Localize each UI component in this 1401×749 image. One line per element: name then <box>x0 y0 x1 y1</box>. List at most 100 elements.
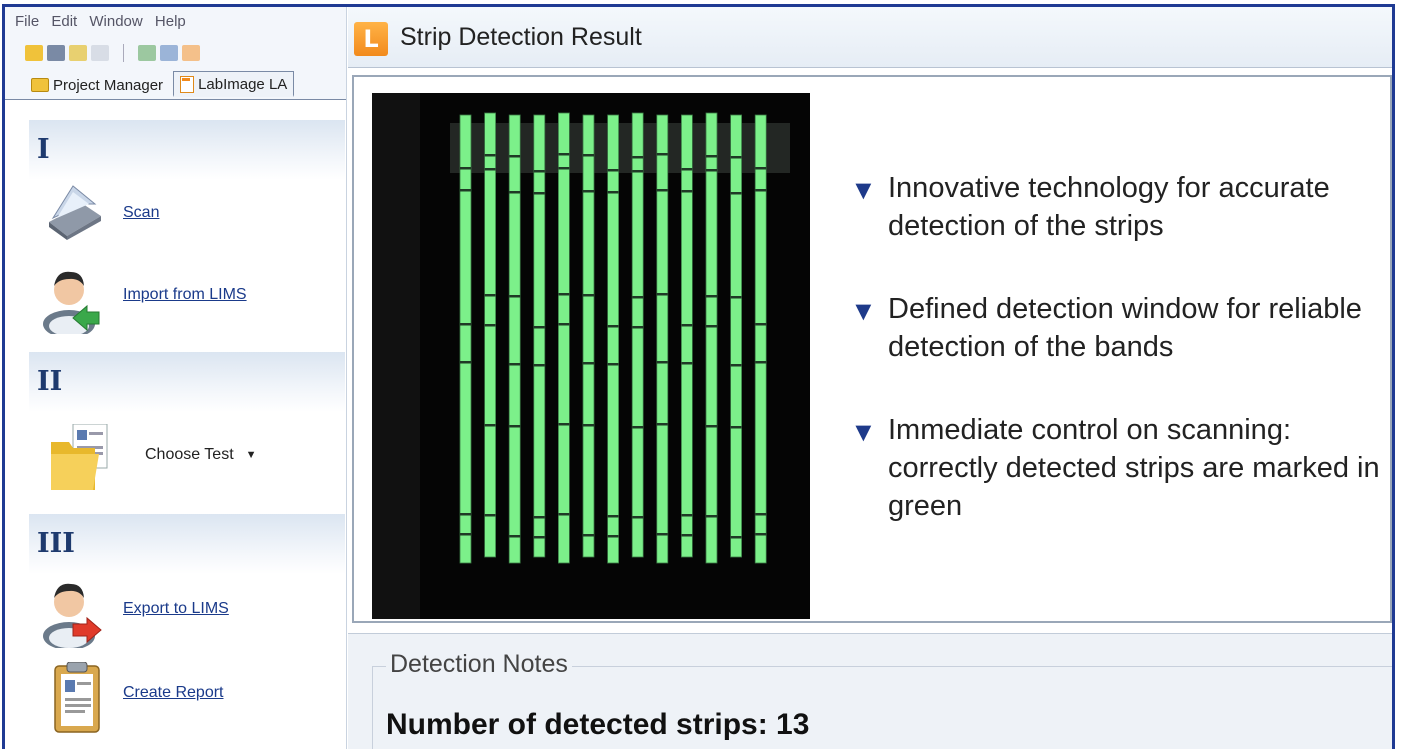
menu-edit[interactable]: Edit <box>51 13 77 30</box>
folder-icon <box>31 78 49 92</box>
strip-band <box>706 325 717 328</box>
strip-band <box>583 190 594 193</box>
strip-band <box>656 533 668 536</box>
document-blue-icon[interactable] <box>160 45 178 61</box>
menu-bar: File Edit Window Help <box>15 13 194 30</box>
strip-band <box>533 192 545 195</box>
strip-band <box>755 361 767 364</box>
strip-band <box>730 192 742 195</box>
uncheck-icon[interactable] <box>91 45 109 61</box>
strip-band <box>681 168 693 171</box>
import-lims-link[interactable]: Import from LIMS <box>123 286 247 304</box>
scan-link[interactable]: Scan <box>123 204 159 222</box>
document-orange-icon[interactable] <box>182 45 200 61</box>
tab-project-manager-label: Project Manager <box>53 76 164 94</box>
strip-band <box>460 167 471 170</box>
document-green-icon[interactable] <box>138 45 156 61</box>
result-panel: L Strip Detection Result ▼ Innovative te… <box>348 7 1392 749</box>
strip-band <box>730 536 742 539</box>
strip-band <box>706 169 717 172</box>
strip-band <box>533 516 545 519</box>
strip-band <box>509 425 521 428</box>
tab-labimage-label: LabImage LA <box>198 76 288 93</box>
toolbar <box>25 42 200 64</box>
export-lims-item[interactable]: Export to LIMS <box>43 578 229 650</box>
strip-band <box>583 534 594 537</box>
toolbar-separator <box>123 44 124 62</box>
strip-band <box>533 326 545 329</box>
left-panel: File Edit Window Help Project Manager La… <box>5 7 347 749</box>
strip-band <box>558 167 570 170</box>
feature-item: ▼ Defined detection window for reliable … <box>850 290 1380 366</box>
menu-file[interactable]: File <box>15 13 39 30</box>
strip-band <box>583 424 594 427</box>
strip-band <box>706 515 717 518</box>
menu-window[interactable]: Window <box>89 13 142 30</box>
strip-band <box>484 154 496 157</box>
strip-band <box>632 156 644 159</box>
detected-strip <box>459 114 472 564</box>
detected-strip <box>680 114 693 558</box>
detected-strip <box>705 112 718 564</box>
choose-test-label[interactable]: Choose Test <box>145 446 234 464</box>
strip-band <box>558 293 570 296</box>
detected-strip <box>582 114 595 558</box>
scan-item[interactable]: Scan <box>43 182 159 244</box>
strip-band <box>460 361 471 364</box>
create-report-link[interactable]: Create Report <box>123 684 224 702</box>
detected-strip <box>484 112 496 558</box>
feature-item: ▼ Innovative technology for accurate det… <box>850 169 1380 245</box>
check-icon[interactable] <box>69 45 87 61</box>
section-one: I Scan Import from LIMS <box>29 120 345 350</box>
detection-view: ▼ Innovative technology for accurate det… <box>352 75 1392 623</box>
tab-project-manager[interactable]: Project Manager <box>25 71 169 97</box>
strip-band <box>558 513 570 516</box>
strip-band <box>558 423 570 426</box>
strip-band <box>632 296 644 299</box>
save-icon[interactable] <box>47 45 65 61</box>
strip-band <box>706 425 717 428</box>
strip-band <box>509 155 521 158</box>
tab-labimage[interactable]: LabImage LA <box>173 71 295 97</box>
strip-band <box>706 295 717 298</box>
strip-band <box>509 535 521 538</box>
strip-band <box>607 515 619 518</box>
feature-text: Innovative technology for accurate detec… <box>888 172 1330 242</box>
detected-strip <box>508 114 521 564</box>
detected-strip <box>631 112 644 558</box>
strip-band <box>484 424 496 427</box>
perspective-tabs: Project Manager LabImage LA <box>25 71 295 97</box>
chevron-down-icon[interactable]: ▼ <box>246 449 257 461</box>
strip-band <box>460 533 471 536</box>
title-bar: L Strip Detection Result <box>348 7 1392 68</box>
strip-band <box>730 156 742 159</box>
strip-band <box>484 324 496 327</box>
strip-band <box>656 153 668 156</box>
export-lims-link[interactable]: Export to LIMS <box>123 600 229 618</box>
detection-notes-panel: Detection Notes Number of detected strip… <box>348 633 1392 749</box>
strip-band <box>632 426 644 429</box>
detected-strip <box>730 114 743 558</box>
feature-list: ▼ Innovative technology for accurate det… <box>850 169 1380 570</box>
strip-band <box>607 535 619 538</box>
menu-help[interactable]: Help <box>155 13 186 30</box>
strip-band <box>484 168 496 171</box>
strip-band <box>607 191 619 194</box>
strip-band <box>460 189 471 192</box>
open-folder-icon[interactable] <box>25 45 43 61</box>
workflow-panel: I Scan Import from LIMS II Choose Test ▼… <box>5 99 346 749</box>
detection-notes-legend: Detection Notes <box>386 650 572 679</box>
strip-band <box>730 364 742 367</box>
create-report-item[interactable]: Create Report <box>49 661 224 733</box>
feature-text: Defined detection window for reliable de… <box>888 293 1362 363</box>
import-lims-item[interactable]: Import from LIMS <box>43 264 247 338</box>
choose-test-item[interactable]: Choose Test ▼ <box>49 423 257 490</box>
strip-band <box>509 191 521 194</box>
triangle-bullet-icon: ▼ <box>850 175 877 205</box>
strip-scan-image[interactable] <box>372 93 810 619</box>
strip-band <box>484 294 496 297</box>
section-two: II Choose Test ▼ <box>29 352 345 512</box>
feature-text: Immediate control on scanning: correctly… <box>888 414 1380 522</box>
strip-band <box>656 189 668 192</box>
strip-band <box>730 426 742 429</box>
